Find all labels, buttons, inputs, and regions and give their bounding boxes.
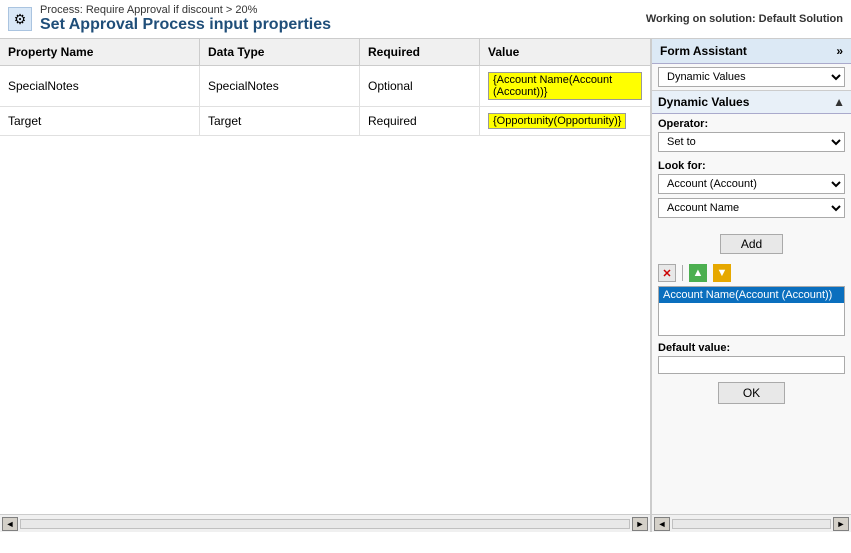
right-scroll-right-arrow[interactable]: ► (833, 517, 849, 531)
table-row: SpecialNotes SpecialNotes Optional {Acco… (0, 66, 650, 107)
value-chip-1[interactable]: {Opportunity(Opportunity)} (488, 113, 626, 129)
dynamic-values-select[interactable]: Dynamic Values (658, 67, 845, 87)
bottom-scrollbar: ◄ ► (0, 514, 650, 532)
delete-button[interactable]: ✕ (658, 264, 676, 282)
col-data-type: Data Type (200, 39, 360, 65)
operator-select[interactable]: Set to (658, 132, 845, 152)
field-select-row: Account Name (658, 198, 845, 218)
cell-value-1[interactable]: {Opportunity(Opportunity)} (480, 107, 650, 135)
top-bar: ⚙ Process: Require Approval if discount … (0, 0, 851, 39)
right-panel: Form Assistant » Dynamic Values Dynamic … (651, 39, 851, 532)
dynamic-values-section-header: Dynamic Values ▲ (652, 91, 851, 114)
right-scroll-track[interactable] (672, 519, 831, 529)
left-panel: Property Name Data Type Required Value S… (0, 39, 651, 532)
look-for-section: Look for: Account (Account) Account Name (652, 156, 851, 226)
table-header: Property Name Data Type Required Value (0, 39, 650, 66)
operator-section: Operator: Set to (652, 114, 851, 156)
look-for-select[interactable]: Account (Account) (658, 174, 845, 194)
col-value: Value (480, 39, 650, 65)
value-chip-0[interactable]: {Account Name(Account (Account))} (488, 72, 642, 100)
working-on-label: Working on solution: Default Solution (646, 13, 843, 25)
ok-button[interactable]: OK (718, 382, 785, 404)
page-title: Set Approval Process input properties (40, 16, 331, 34)
ok-btn-row: OK (652, 378, 851, 408)
move-down-button[interactable]: ▼ (713, 264, 731, 282)
add-button[interactable]: Add (720, 234, 783, 254)
table-body: SpecialNotes SpecialNotes Optional {Acco… (0, 66, 650, 290)
table-row: Target Target Required {Opportunity(Oppo… (0, 107, 650, 136)
collapse-arrow[interactable]: ▲ (833, 95, 845, 109)
dynamic-values-row: Dynamic Values (652, 64, 851, 91)
right-bottom-scrollbar: ◄ ► (652, 514, 851, 532)
cell-required-1: Required (360, 107, 480, 135)
cell-datatype-0: SpecialNotes (200, 66, 360, 106)
field-select[interactable]: Account Name (658, 198, 845, 218)
cell-property-1: Target (0, 107, 200, 135)
operator-label: Operator: (658, 118, 845, 130)
selected-item-list: Account Name(Account (Account)) (658, 286, 845, 336)
form-assistant-header: Form Assistant » (652, 39, 851, 64)
look-for-label: Look for: (658, 160, 845, 172)
scroll-left-arrow[interactable]: ◄ (2, 517, 18, 531)
main-layout: Property Name Data Type Required Value S… (0, 39, 851, 532)
cell-value-0[interactable]: {Account Name(Account (Account))} (480, 66, 650, 106)
default-value-input[interactable] (658, 356, 845, 374)
form-assistant-title: Form Assistant (660, 44, 747, 58)
dv-section-label: Dynamic Values (658, 95, 749, 109)
default-value-label: Default value: (658, 342, 845, 354)
scroll-right-arrow[interactable]: ► (632, 517, 648, 531)
form-assistant-chevron: » (836, 44, 843, 58)
col-required: Required (360, 39, 480, 65)
look-for-select-row: Account (Account) (658, 174, 845, 194)
cell-property-0: SpecialNotes (0, 66, 200, 106)
process-label: Process: Require Approval if discount > … (40, 4, 331, 16)
cell-required-0: Optional (360, 66, 480, 106)
right-scroll-left-arrow[interactable]: ◄ (654, 517, 670, 531)
col-property-name: Property Name (0, 39, 200, 65)
cell-datatype-1: Target (200, 107, 360, 135)
default-value-section: Default value: (652, 338, 851, 378)
scroll-track[interactable] (20, 519, 630, 529)
selected-item[interactable]: Account Name(Account (Account)) (659, 287, 844, 303)
move-up-button[interactable]: ▲ (689, 264, 707, 282)
add-btn-row: Add (652, 226, 851, 262)
icon-row: ✕ ▲ ▼ (652, 262, 851, 284)
gear-icon: ⚙ (8, 7, 32, 31)
